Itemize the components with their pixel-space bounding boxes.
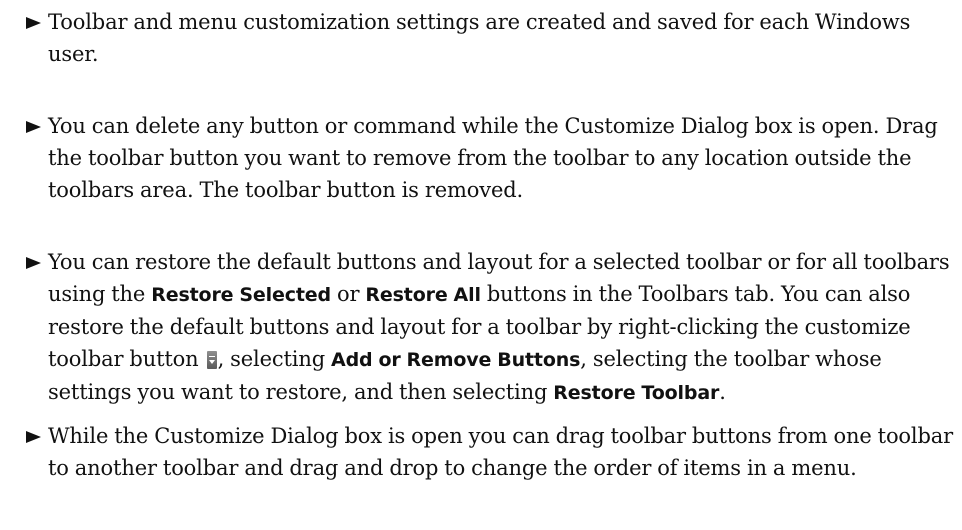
bullet-text: You can delete any button or command whi… (48, 114, 938, 202)
arrow-bullet-icon (24, 6, 48, 38)
arrow-bullet-icon (24, 110, 48, 142)
bullet-item: Toolbar and menu customization settings … (24, 6, 954, 70)
restore-toolbar-label: Restore Toolbar (553, 382, 720, 404)
restore-selected-label: Restore Selected (151, 284, 331, 306)
add-or-remove-buttons-label: Add or Remove Buttons (331, 349, 581, 371)
customize-toolbar-icon (206, 351, 217, 369)
bullet-item: You can delete any button or command whi… (24, 110, 954, 206)
document-page: Toolbar and menu customization settings … (0, 0, 962, 530)
text-run: , selecting (217, 347, 332, 371)
bullet-item: You can restore the default buttons and … (24, 246, 954, 409)
bullet-item: While the Customize Dialog box is open y… (24, 420, 954, 484)
text-run: . (719, 380, 726, 404)
restore-all-label: Restore All (365, 284, 481, 306)
bullet-text: While the Customize Dialog box is open y… (48, 424, 954, 480)
bullet-text: Toolbar and menu customization settings … (48, 10, 911, 66)
text-run: or (330, 282, 366, 306)
arrow-bullet-icon (24, 420, 48, 452)
arrow-bullet-icon (24, 246, 48, 278)
bullet-text: You can restore the default buttons and … (48, 246, 954, 409)
